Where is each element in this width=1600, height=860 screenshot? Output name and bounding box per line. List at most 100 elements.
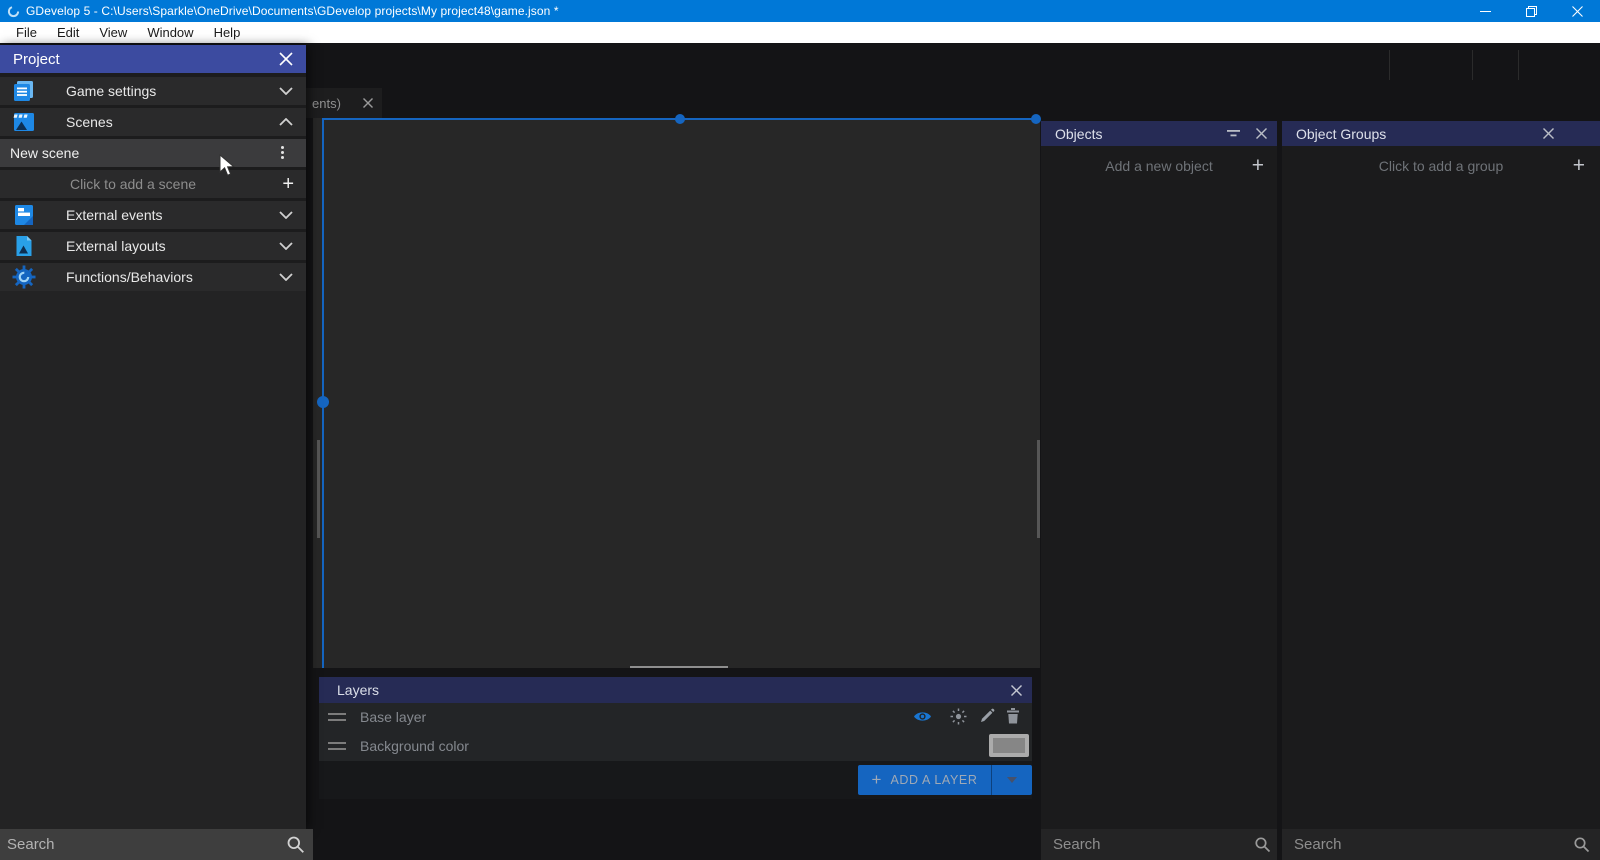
layers-footer: + ADD A LAYER: [319, 761, 1032, 799]
add-group-row[interactable]: Click to add a group +: [1282, 151, 1600, 181]
drag-handle-icon[interactable]: [328, 742, 346, 754]
drag-handle-icon[interactable]: [328, 713, 346, 725]
dock-resize-handle[interactable]: [630, 666, 728, 668]
objects-panel: Objects Add a new object +: [1041, 121, 1277, 860]
plus-icon[interactable]: +: [1252, 152, 1264, 180]
edit-layer-pencil-icon[interactable]: [979, 708, 995, 724]
selection-handle-left[interactable]: [317, 396, 329, 408]
project-item-functions-behaviors[interactable]: Functions/Behaviors: [0, 263, 306, 291]
project-item-label: Scenes: [66, 114, 113, 130]
selection-handle-top-right[interactable]: [1031, 114, 1041, 124]
plus-icon[interactable]: +: [282, 173, 294, 195]
project-item-label: External layouts: [66, 238, 166, 254]
chevron-down-icon: [1007, 777, 1017, 783]
menu-file[interactable]: File: [6, 25, 47, 40]
tab-label: ents): [312, 96, 341, 111]
visibility-eye-icon[interactable]: [913, 710, 932, 723]
scenes-icon: [12, 110, 36, 139]
external-layouts-icon: [12, 234, 36, 263]
project-item-label: Game settings: [66, 83, 156, 99]
project-manager-panel: Project Game settings Scenes: [0, 45, 306, 829]
toolbar-separator: [1472, 50, 1473, 80]
scene-item-new-scene[interactable]: New scene: [0, 139, 306, 167]
project-panel-title: Project: [13, 51, 60, 68]
groups-search-bar: [1282, 829, 1600, 860]
plus-icon[interactable]: +: [1573, 152, 1585, 180]
objects-search-input[interactable]: [1051, 835, 1254, 854]
game-settings-icon: [12, 79, 36, 108]
mouse-cursor: [219, 154, 236, 182]
project-panel-header: Project: [0, 45, 306, 73]
layers-panel-title: Layers: [337, 682, 379, 698]
menu-window[interactable]: Window: [137, 25, 203, 40]
menu-help[interactable]: Help: [204, 25, 251, 40]
gdevelop-logo-icon: [7, 5, 20, 18]
chevron-down-icon: [279, 211, 293, 219]
minimize-button[interactable]: [1462, 0, 1508, 22]
project-item-external-layouts[interactable]: External layouts: [0, 232, 306, 260]
chevron-up-icon: [279, 118, 293, 126]
add-object-label: Add a new object: [1041, 158, 1277, 174]
tab-scene-events[interactable]: ents): [306, 88, 382, 118]
close-window-button[interactable]: [1554, 0, 1600, 22]
layers-panel: Layers Base layer: [319, 677, 1032, 799]
project-item-game-settings[interactable]: Game settings: [0, 77, 306, 105]
menu-bar: File Edit View Window Help: [0, 22, 1600, 43]
chevron-down-icon: [279, 87, 293, 95]
chevron-down-icon: [279, 242, 293, 250]
plus-icon: +: [872, 770, 882, 790]
add-scene-row[interactable]: Click to add a scene +: [0, 170, 306, 198]
functions-behaviors-icon: [12, 265, 36, 294]
selection-handle-top[interactable]: [675, 114, 685, 124]
restore-button[interactable]: [1508, 0, 1554, 22]
menu-edit[interactable]: Edit: [47, 25, 89, 40]
search-icon: [1254, 836, 1271, 853]
close-layers-icon[interactable]: [1011, 685, 1022, 696]
chevron-down-icon: [279, 273, 293, 281]
toolbar-separator: [1389, 50, 1390, 80]
delete-layer-trash-icon[interactable]: [1006, 708, 1020, 724]
scene-options-kebab-icon[interactable]: [281, 146, 284, 161]
close-tab-icon[interactable]: [363, 98, 373, 108]
title-bar: GDevelop 5 - C:\Users\Sparkle\OneDrive\D…: [0, 0, 1600, 22]
objects-panel-header: Objects: [1041, 121, 1277, 146]
left-scrollbar-thumb[interactable]: [317, 440, 320, 538]
close-project-icon[interactable]: [279, 52, 293, 66]
add-layer-button[interactable]: + ADD A LAYER: [858, 765, 1032, 795]
add-group-label: Click to add a group: [1282, 158, 1600, 174]
gdevelop-window: GDevelop 5 - C:\Users\Sparkle\OneDrive\D…: [0, 0, 1600, 860]
background-color-swatch[interactable]: [989, 734, 1029, 757]
project-item-label: External events: [66, 207, 163, 223]
project-search-bar: [0, 829, 313, 860]
close-objects-icon[interactable]: [1256, 128, 1267, 139]
right-scrollbar-thumb[interactable]: [1037, 440, 1040, 538]
layer-name: Background color: [360, 738, 469, 754]
add-object-row[interactable]: Add a new object +: [1041, 151, 1277, 181]
add-layer-label: ADD A LAYER: [890, 773, 977, 787]
project-item-scenes[interactable]: Scenes: [0, 108, 306, 136]
groups-search-input[interactable]: [1292, 835, 1573, 854]
window-title: GDevelop 5 - C:\Users\Sparkle\OneDrive\D…: [26, 4, 559, 18]
filter-icon[interactable]: [1227, 130, 1240, 138]
layer-row-base[interactable]: Base layer: [319, 703, 1032, 732]
object-groups-panel-header: Object Groups: [1282, 121, 1600, 146]
object-groups-panel: Object Groups Click to add a group +: [1282, 121, 1600, 860]
layer-row-background[interactable]: Background color: [319, 732, 1032, 761]
external-events-icon: [12, 203, 36, 232]
scene-canvas[interactable]: [313, 118, 1040, 668]
close-object-groups-icon[interactable]: [1543, 128, 1554, 139]
project-item-label: Functions/Behaviors: [66, 269, 193, 285]
layer-name: Base layer: [360, 709, 426, 725]
layers-panel-header: Layers: [319, 677, 1032, 703]
search-icon: [1573, 836, 1590, 853]
search-icon: [286, 835, 305, 854]
project-search-input[interactable]: [5, 835, 286, 854]
project-item-external-events[interactable]: External events: [0, 201, 306, 229]
object-groups-panel-title: Object Groups: [1296, 126, 1386, 142]
objects-panel-title: Objects: [1055, 126, 1102, 142]
add-layer-dropdown[interactable]: [992, 777, 1032, 783]
menu-view[interactable]: View: [89, 25, 137, 40]
scene-name: New scene: [10, 145, 79, 161]
layer-effects-icon[interactable]: [950, 708, 967, 725]
objects-search-bar: [1041, 829, 1277, 860]
